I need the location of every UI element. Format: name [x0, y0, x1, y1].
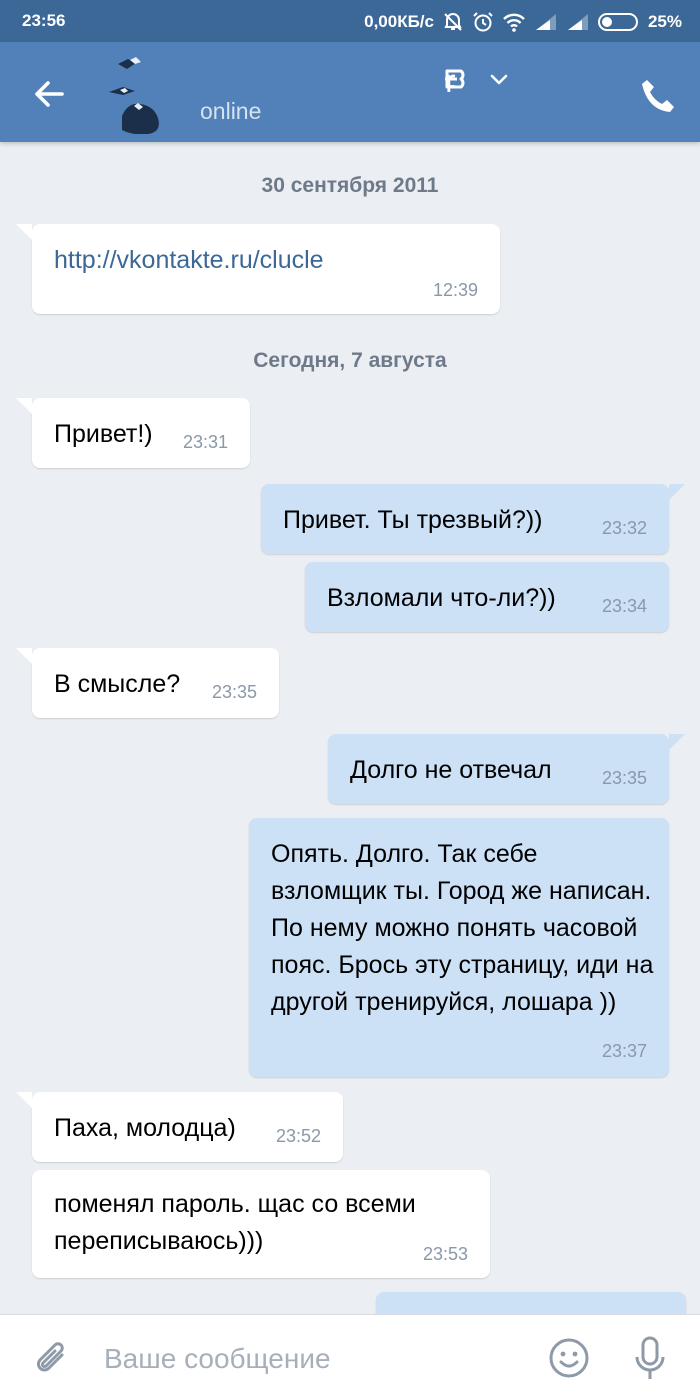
message-bubble-out[interactable]: Опять. Долго. Так себе взломщик ты. Горо… [249, 818, 669, 1077]
vk-logo-icon: ꝼ [445, 67, 465, 92]
alarm-icon [472, 11, 494, 33]
header-menu-toggle[interactable]: ꝼ [444, 66, 510, 92]
message-link[interactable]: http://vkontakte.ru/clucle [54, 242, 324, 279]
message-time: 23:52 [275, 1126, 321, 1146]
avatar[interactable] [104, 54, 174, 135]
emoji-button[interactable] [548, 1337, 590, 1379]
message-bubble-in[interactable]: Привет!) 23:31 [16, 398, 250, 468]
message-text: В смысле? [54, 670, 181, 698]
chat-header: online ꝼ [0, 42, 700, 142]
date-separator: Сегодня, 7 августа [253, 349, 447, 372]
chevron-down-icon [490, 74, 508, 85]
signal-icon [566, 12, 590, 32]
attach-icon [37, 1342, 64, 1372]
message-bubble-in[interactable]: В смысле? 23:35 [16, 648, 279, 718]
message-time: 23:34 [601, 596, 647, 616]
back-arrow-icon [35, 81, 64, 107]
message-time: 23:53 [422, 1244, 468, 1264]
message-time: 23:32 [601, 518, 647, 538]
message-time: 12:39 [432, 280, 478, 300]
message-input[interactable]: Ваше сообщение [104, 1343, 331, 1375]
message-text: Взломали что-ли?)) [327, 584, 556, 612]
phone-icon [642, 80, 674, 112]
smile-icon [549, 1338, 589, 1378]
microphone-icon [635, 1336, 665, 1379]
status-bar: 23:56 0,00КБ/с 25% [0, 0, 700, 42]
message-text: Паха, молодца) [54, 1114, 236, 1142]
message-text: Привет. Ты трезвый?)) [283, 506, 543, 534]
message-time: 23:35 [211, 682, 257, 702]
voice-button[interactable] [632, 1335, 668, 1383]
message-time: 23:37 [601, 1041, 647, 1061]
message-input-bar: Ваше сообщение [0, 1314, 700, 1400]
status-time: 23:56 [22, 11, 66, 30]
message-bubble-out[interactable]: Долго не отвечал 23:35 [328, 734, 685, 804]
message-bubble-in[interactable]: http://vkontakte.ru/clucle 12:39 [16, 224, 500, 314]
battery-icon [597, 12, 640, 32]
message-bubble-out[interactable]: Привет. Ты трезвый?)) 23:32 [261, 484, 685, 554]
call-button[interactable] [638, 76, 678, 116]
battery-level: 25% [647, 12, 682, 31]
message-bubble-in[interactable]: поменял пароль. щас со всеми переписываю… [32, 1170, 490, 1278]
message-time: 23:31 [182, 432, 228, 452]
back-button[interactable] [28, 72, 72, 116]
message-text: Привет!) [54, 420, 153, 448]
network-speed: 0,00КБ/с [364, 12, 434, 31]
message-text: Опять. Долго. Так себе взломщик ты. Горо… [271, 840, 654, 1016]
date-separator: 30 сентября 2011 [261, 174, 439, 197]
message-text: Долго не отвечал [350, 756, 552, 784]
signal-icon [534, 12, 558, 32]
status-icons: 0,00КБ/с 25% [364, 11, 682, 33]
message-time: 23:35 [601, 768, 647, 788]
message-bubble-out[interactable]: Взломали что-ли?)) 23:34 [305, 562, 669, 632]
attach-button[interactable] [32, 1337, 72, 1381]
mute-icon [442, 11, 464, 33]
wifi-icon [502, 12, 526, 32]
message-text: поменял пароль. щас со всеми переписываю… [54, 1190, 416, 1255]
message-bubble-in[interactable]: Паха, молодца) 23:52 [16, 1092, 343, 1162]
online-status: online [200, 98, 262, 124]
